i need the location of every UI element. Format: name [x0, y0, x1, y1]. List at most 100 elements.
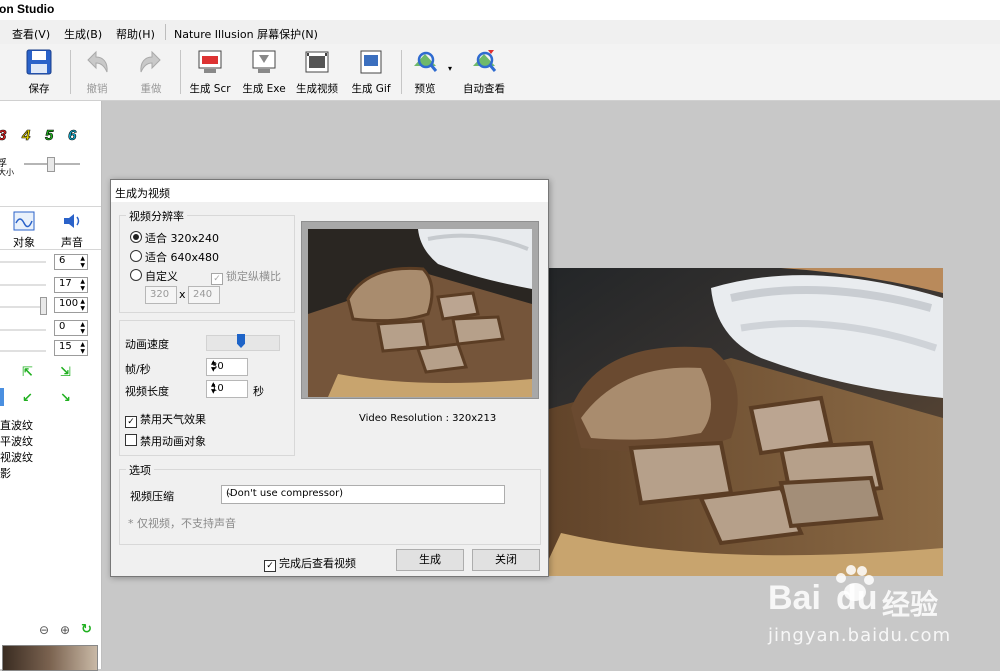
anim-speed-label: 动画速度 [125, 338, 169, 351]
fps-label: 帧/秒 [125, 363, 151, 376]
generate-exe-button[interactable]: 生成 Exe [240, 48, 288, 98]
layer-number-4[interactable]: 4 [22, 127, 31, 145]
layer-number-3[interactable]: 3 [0, 127, 7, 145]
title-bar: on Studio [0, 0, 1000, 20]
menu-view[interactable]: 查看(V) [12, 26, 50, 42]
slider-track[interactable] [0, 261, 46, 263]
radio-dot-icon [130, 269, 142, 281]
watermark-cn: 经验 [882, 588, 939, 621]
generate-video-label: 生成视频 [296, 83, 338, 95]
radio-dot-icon [130, 250, 142, 262]
monitor-scr-icon [198, 50, 222, 73]
redo-button[interactable]: 重做 [134, 48, 168, 98]
menu-help[interactable]: 帮助(H) [116, 26, 155, 42]
audio-note: * 仅视频，不支持声音 [128, 517, 236, 530]
length-unit: 秒 [253, 385, 264, 398]
slider-track[interactable] [0, 284, 46, 286]
generate-video-dialog: 生成为视频 视频分辨率 适合 320x240 适合 640x480 自定义 ✓ 锁… [110, 179, 549, 577]
divider [0, 206, 101, 207]
save-button[interactable]: 保存 [22, 48, 56, 98]
zoom-out-icon[interactable]: ⊖ [39, 623, 49, 637]
tab-object[interactable]: 对象 [13, 234, 35, 250]
slider-handle[interactable] [40, 297, 47, 315]
menu-build[interactable]: 生成(B) [64, 26, 102, 42]
monitor-exe-icon [252, 50, 276, 73]
spin-field-3[interactable]: 100 ▲ ▼ [54, 297, 88, 313]
chevron-down-icon[interactable]: ▾ [448, 64, 452, 73]
spin-arrows-icon[interactable]: ▲ ▼ [211, 359, 245, 373]
watermark-brand: Bai [768, 579, 821, 617]
generate-gif-button[interactable]: 生成 Gif [348, 48, 394, 98]
toolbar: 保存 撤销 重做 生成 Scr 生成 Exe 生成视频 生成 Gif 预览 ▾ … [0, 44, 1000, 101]
compressor-select[interactable]: (Don't use compressor) ⌄ [221, 485, 505, 504]
object-wave-icon [13, 211, 35, 231]
zoom-in-icon[interactable]: ⊕ [60, 623, 70, 637]
save-label: 保存 [28, 83, 50, 95]
effect-item-2[interactable]: 平波纹 [0, 433, 33, 449]
watermark: Bai du 经验 jingyan.baidu.com [768, 565, 952, 657]
generate-exe-label: 生成 Exe [242, 83, 286, 95]
spin-field-4[interactable]: 0 ▲ ▼ [54, 320, 88, 336]
speaker-icon [64, 214, 80, 228]
arrow-down-left-icon[interactable]: ↙ [22, 391, 33, 406]
disable-weather-checkbox[interactable]: ✓ 禁用天气效果 [125, 411, 206, 428]
fps-field[interactable]: 30 ▲ ▼ [206, 358, 248, 376]
disable-anim-object-checkbox[interactable]: 禁用动画对象 [125, 433, 206, 449]
dialog-title: 生成为视频 [115, 187, 170, 200]
layer-number-6[interactable]: 6 [68, 127, 77, 145]
custom-height-field[interactable]: 240 [188, 286, 220, 304]
arrow-in-icon[interactable]: ⇱ [22, 365, 33, 380]
layer-number-5[interactable]: 5 [45, 127, 54, 145]
arrow-out-icon[interactable]: ⇲ [60, 365, 71, 380]
refresh-icon[interactable]: ↻ [81, 622, 92, 637]
size-slider-handle[interactable] [47, 157, 55, 172]
floppy-disk-icon [26, 49, 52, 75]
undo-label: 撤销 [86, 83, 108, 95]
menu-separator [165, 24, 166, 40]
radio-res-320[interactable]: 适合 320x240 [130, 230, 219, 246]
divider [0, 249, 101, 250]
check-icon: ✓ [125, 416, 137, 428]
lock-ratio-checkbox[interactable]: ✓ 锁定纵横比 [211, 268, 281, 285]
effect-item-3[interactable]: 视波纹 [0, 449, 33, 465]
tab-sound[interactable]: 声音 [61, 234, 83, 250]
spin-field-1[interactable]: 6 ▲ ▼ [54, 254, 88, 270]
left-panel: 3 4 5 6 孚 大小 对象 声音 6▲▼ 17▲▼ 100▲▼ 0▲▼ 15… [0, 101, 102, 671]
size-label-2: 大小 [0, 168, 14, 177]
length-field[interactable]: 10 ▲ ▼ [206, 380, 248, 398]
spin-field-2[interactable]: 17 ▲ ▼ [54, 277, 88, 293]
slider-track[interactable] [0, 329, 46, 331]
chevron-down-icon[interactable]: ⌄ [226, 487, 500, 498]
magnifier-auto-icon [473, 50, 497, 72]
window-title: on Studio [0, 2, 55, 16]
toolbar-separator [401, 50, 402, 94]
thumbnail[interactable] [2, 645, 98, 671]
preview-label: 预览 [414, 83, 436, 95]
check-icon: ✓ [211, 273, 223, 285]
generate-gif-label: 生成 Gif [351, 83, 391, 95]
compress-label: 视频压缩 [130, 490, 174, 503]
preview-button[interactable]: 预览 [408, 48, 442, 98]
menu-nature-illusion[interactable]: Nature Illusion 屏幕保护(N) [174, 26, 318, 42]
spin-arrows-icon[interactable]: ▲ ▼ [211, 381, 245, 395]
auto-view-label: 自动查看 [463, 83, 505, 95]
slider-track[interactable] [0, 350, 46, 352]
radio-res-custom[interactable]: 自定义 [130, 268, 178, 284]
generate-button[interactable]: 生成 [396, 549, 464, 571]
effect-tile[interactable] [0, 388, 4, 406]
watermark-url: jingyan.baidu.com [768, 625, 952, 646]
effect-item-1[interactable]: 直波纹 [0, 417, 33, 433]
auto-view-button[interactable]: 自动查看 [460, 48, 508, 98]
arrow-down-right-icon[interactable]: ↘ [60, 391, 71, 406]
generate-video-button[interactable]: 生成视频 [293, 48, 341, 98]
options-group-label: 选项 [126, 462, 154, 478]
generate-scr-button[interactable]: 生成 Scr [186, 48, 234, 98]
redo-arrow-icon [140, 50, 161, 73]
custom-width-field[interactable]: 320 [145, 286, 177, 304]
effect-item-4[interactable]: 影 [0, 465, 11, 481]
view-after-checkbox[interactable]: ✓ 完成后查看视频 [264, 555, 356, 572]
close-button[interactable]: 关闭 [472, 549, 540, 571]
radio-res-640[interactable]: 适合 640x480 [130, 249, 219, 265]
spin-field-5[interactable]: 15 ▲ ▼ [54, 340, 88, 356]
undo-button[interactable]: 撤销 [80, 48, 114, 98]
